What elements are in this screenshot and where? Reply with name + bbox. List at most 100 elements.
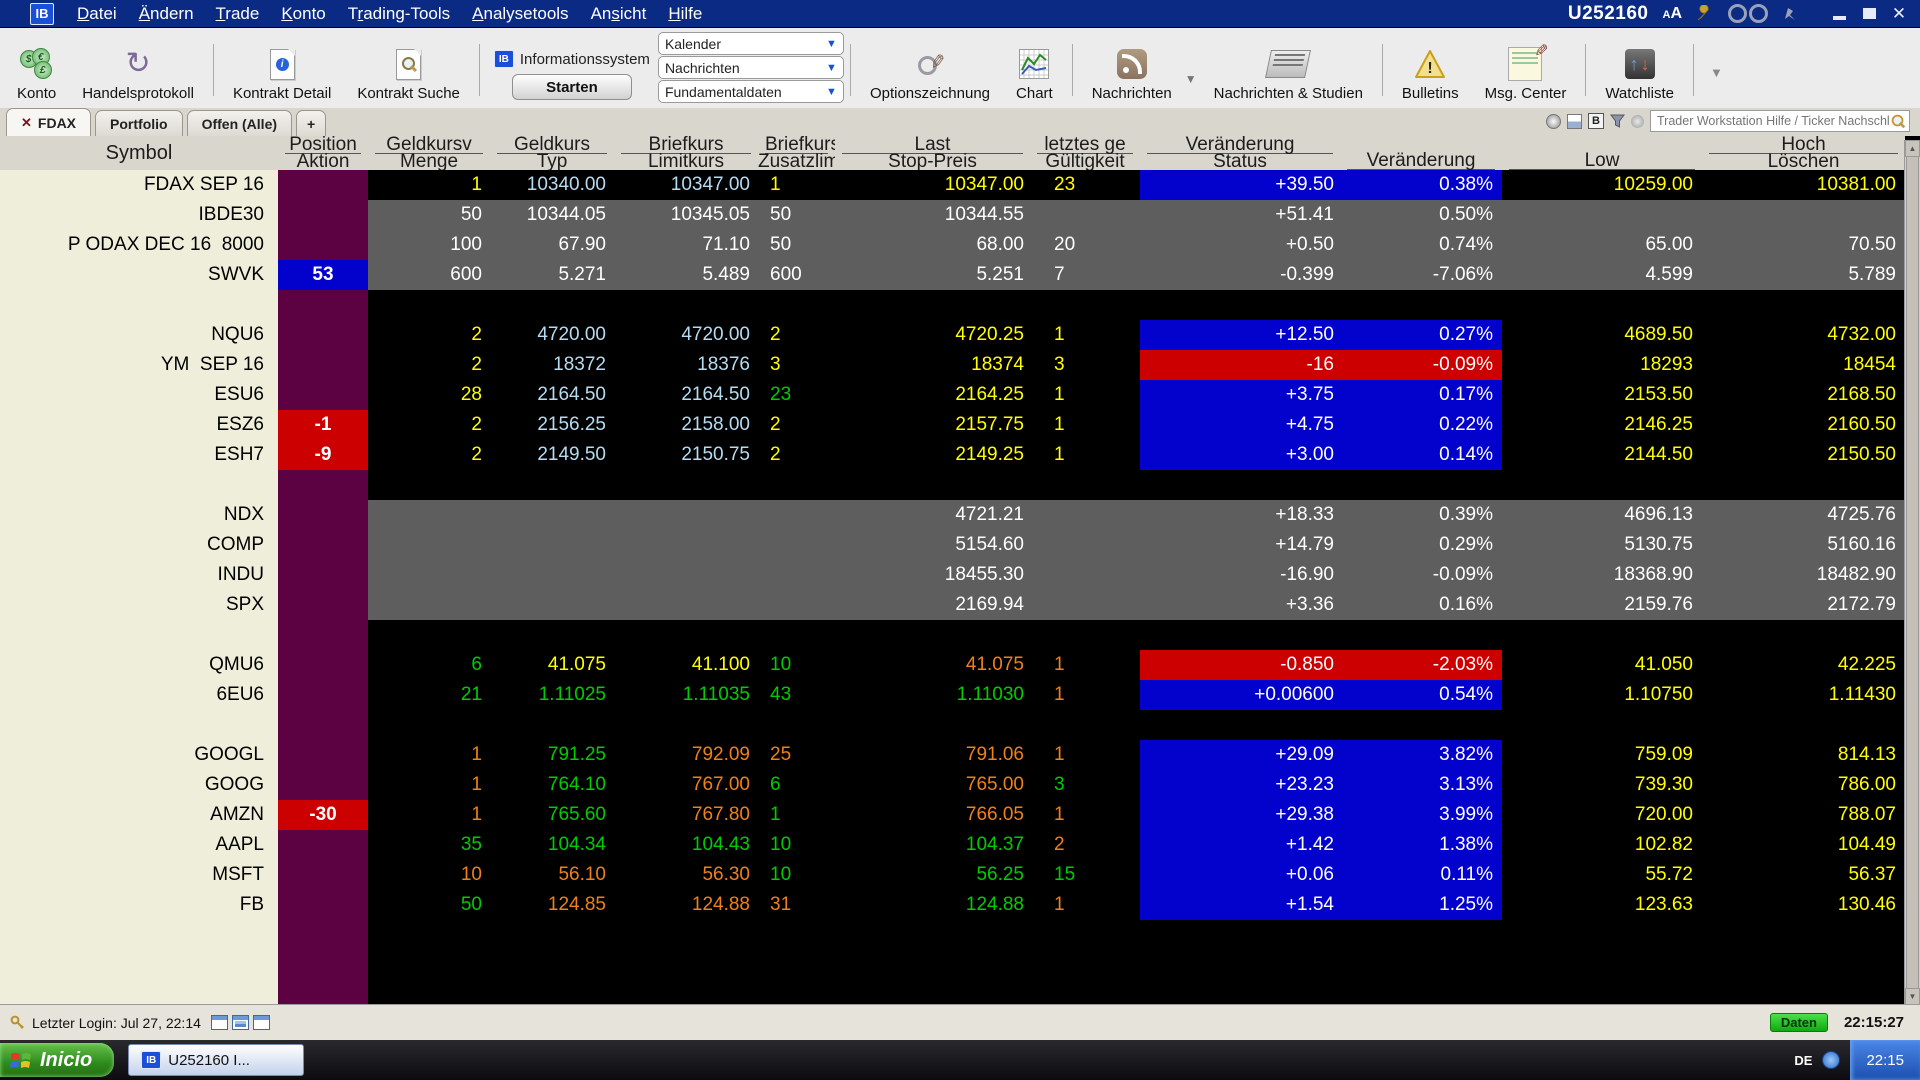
cell-zusatzlim[interactable]: 2 xyxy=(758,320,835,350)
cell-stop-preis[interactable]: 5154.60 xyxy=(835,530,1030,560)
cell-menge[interactable] xyxy=(368,290,490,320)
cell-geldkurs[interactable]: 10340.00 xyxy=(490,170,614,200)
cell-low[interactable]: 41.050 xyxy=(1502,650,1702,680)
nachrichten-dropdown-caret[interactable]: ▼ xyxy=(1185,72,1197,86)
cell-zusatzlim[interactable] xyxy=(758,530,835,560)
cell-gueltigkeit[interactable] xyxy=(1030,500,1140,530)
cell-position[interactable] xyxy=(278,620,368,650)
cell-gueltigkeit[interactable]: 23 xyxy=(1030,170,1140,200)
window-layout-icon[interactable] xyxy=(252,1015,270,1030)
cell-symbol[interactable]: COMP xyxy=(0,530,278,560)
cell-briefkurs[interactable]: 2158.00 xyxy=(614,410,758,440)
dropdown-fundamentaldaten[interactable]: Fundamentaldaten ▼ xyxy=(657,80,844,103)
nachrichten-studien-button[interactable]: Nachrichten & Studien xyxy=(1201,30,1376,108)
cell-briefkurs[interactable]: 767.00 xyxy=(614,770,758,800)
pin-icon[interactable] xyxy=(1782,6,1798,22)
cell-symbol[interactable]: AAPL xyxy=(0,830,278,860)
cell-veraenderung-pct[interactable]: 0.11% xyxy=(1340,860,1502,890)
cell-veraenderung-pct[interactable]: 0.38% xyxy=(1340,170,1502,200)
cell-low[interactable] xyxy=(1502,290,1702,320)
cell-veraenderung-pct[interactable]: 1.25% xyxy=(1340,890,1502,920)
cell-hoch[interactable]: 2172.79 xyxy=(1702,590,1905,620)
cell-briefkurs[interactable]: 2150.75 xyxy=(614,440,758,470)
cell-position[interactable]: -1 xyxy=(278,410,368,440)
cell-gueltigkeit[interactable]: 1 xyxy=(1030,320,1140,350)
cell-briefkurs[interactable]: 41.100 xyxy=(614,650,758,680)
cell-geldkurs[interactable]: 2164.50 xyxy=(490,380,614,410)
cell-position[interactable] xyxy=(278,770,368,800)
cell-menge[interactable] xyxy=(368,560,490,590)
cell-gueltigkeit[interactable]: 1 xyxy=(1030,380,1140,410)
cell-position[interactable] xyxy=(278,710,368,740)
dropdown-nachrichten[interactable]: Nachrichten ▼ xyxy=(657,56,844,79)
cell-hoch[interactable]: 18454 xyxy=(1702,350,1905,380)
cell-briefkurs[interactable]: 2164.50 xyxy=(614,380,758,410)
cell-briefkurs[interactable]: 18376 xyxy=(614,350,758,380)
cell-veraenderung[interactable]: +39.50 xyxy=(1140,170,1340,200)
cell-zusatzlim[interactable]: 1 xyxy=(758,800,835,830)
cell-veraenderung-pct[interactable]: -7.06% xyxy=(1340,260,1502,290)
cell-stop-preis[interactable]: 5.251 xyxy=(835,260,1030,290)
menu-analysetools[interactable]: Analysetools xyxy=(461,4,579,24)
cell-geldkurs[interactable] xyxy=(490,500,614,530)
starten-button[interactable]: Starten xyxy=(511,74,632,100)
column-header-vernderung[interactable]: Veränderung Status xyxy=(1140,136,1340,170)
cell-veraenderung[interactable]: +1.42 xyxy=(1140,830,1340,860)
cell-geldkurs[interactable]: 764.10 xyxy=(490,770,614,800)
cell-briefkurs[interactable]: 10347.00 xyxy=(614,170,758,200)
column-header-position[interactable]: Position Aktion xyxy=(278,136,368,170)
cell-geldkurs[interactable]: 765.60 xyxy=(490,800,614,830)
cell-veraenderung-pct[interactable]: 0.14% xyxy=(1340,440,1502,470)
font-size-toggle[interactable]: AA xyxy=(1662,5,1682,23)
cell-stop-preis[interactable]: 68.00 xyxy=(835,230,1030,260)
cell-gueltigkeit[interactable] xyxy=(1030,200,1140,230)
cell-gueltigkeit[interactable]: 1 xyxy=(1030,440,1140,470)
cell-zusatzlim[interactable] xyxy=(758,590,835,620)
cell-low[interactable]: 102.82 xyxy=(1502,830,1702,860)
cell-briefkurs[interactable]: 1.11035 xyxy=(614,680,758,710)
cell-menge[interactable]: 2 xyxy=(368,350,490,380)
cell-gueltigkeit[interactable] xyxy=(1030,290,1140,320)
cell-zusatzlim[interactable] xyxy=(758,560,835,590)
cell-stop-preis[interactable]: 10347.00 xyxy=(835,170,1030,200)
cell-position[interactable] xyxy=(278,320,368,350)
cell-veraenderung-pct[interactable]: 3.13% xyxy=(1340,770,1502,800)
cell-gueltigkeit[interactable]: 20 xyxy=(1030,230,1140,260)
cell-veraenderung[interactable]: +18.33 xyxy=(1140,500,1340,530)
cell-menge[interactable]: 2 xyxy=(368,410,490,440)
cell-stop-preis[interactable]: 2157.75 xyxy=(835,410,1030,440)
cell-zusatzlim[interactable]: 2 xyxy=(758,410,835,440)
cell-stop-preis[interactable]: 10344.55 xyxy=(835,200,1030,230)
cell-stop-preis[interactable]: 765.00 xyxy=(835,770,1030,800)
vertical-scrollbar[interactable]: ▲ ▼ xyxy=(1904,140,1920,1005)
cell-menge[interactable]: 10 xyxy=(368,860,490,890)
cell-hoch[interactable]: 42.225 xyxy=(1702,650,1905,680)
bulletins-button[interactable]: ! Bulletins xyxy=(1389,30,1472,108)
cell-briefkurs[interactable]: 124.88 xyxy=(614,890,758,920)
cell-veraenderung-pct[interactable]: 0.17% xyxy=(1340,380,1502,410)
cell-symbol[interactable] xyxy=(0,470,278,500)
cell-veraenderung-pct[interactable]: 0.74% xyxy=(1340,230,1502,260)
cell-low[interactable]: 2159.76 xyxy=(1502,590,1702,620)
cell-briefkurs[interactable]: 56.30 xyxy=(614,860,758,890)
cell-stop-preis[interactable] xyxy=(835,710,1030,740)
cell-veraenderung[interactable] xyxy=(1140,710,1340,740)
cell-position[interactable] xyxy=(278,830,368,860)
cell-stop-preis[interactable]: 56.25 xyxy=(835,860,1030,890)
cell-low[interactable]: 1.10750 xyxy=(1502,680,1702,710)
cell-symbol[interactable]: GOOGL xyxy=(0,740,278,770)
cell-geldkurs[interactable]: 5.271 xyxy=(490,260,614,290)
column-header-briefkursv[interactable]: BriefkursvZusatzlim xyxy=(758,136,835,170)
cell-position[interactable] xyxy=(278,530,368,560)
cell-low[interactable]: 5130.75 xyxy=(1502,530,1702,560)
cell-veraenderung-pct[interactable]: 0.54% xyxy=(1340,680,1502,710)
cell-gueltigkeit[interactable] xyxy=(1030,590,1140,620)
cell-symbol[interactable]: P ODAX DEC 16 8000 xyxy=(0,230,278,260)
cell-geldkurs[interactable]: 56.10 xyxy=(490,860,614,890)
cell-hoch[interactable]: 788.07 xyxy=(1702,800,1905,830)
cell-symbol[interactable] xyxy=(0,290,278,320)
cell-zusatzlim[interactable]: 600 xyxy=(758,260,835,290)
cell-zusatzlim[interactable]: 50 xyxy=(758,230,835,260)
cell-hoch[interactable]: 18482.90 xyxy=(1702,560,1905,590)
column-header-geldkurs[interactable]: Geldkurs Typ xyxy=(490,136,614,170)
